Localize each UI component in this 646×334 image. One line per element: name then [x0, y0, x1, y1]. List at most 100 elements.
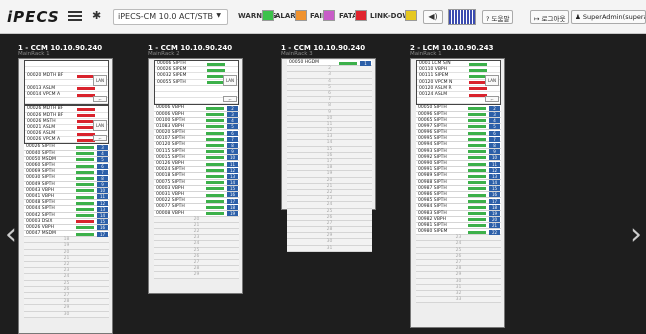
slot-status-bar	[206, 212, 224, 216]
slot-label: 00985 SIPTH	[418, 198, 447, 204]
slot-number-badge: 19	[227, 211, 238, 216]
empty-slot-number: 13	[326, 134, 333, 140]
slot-status-bar	[468, 131, 486, 135]
logout-button[interactable]: ↦ 로그아웃	[530, 10, 570, 24]
slot-number-badge: 12	[489, 167, 500, 173]
empty-slot-number: 24	[193, 241, 200, 247]
slot-number-badge: 8	[97, 175, 108, 181]
slot-status-bar	[206, 199, 224, 203]
slot-number-badge: 9	[97, 182, 108, 188]
empty-slot-number: 27	[193, 260, 200, 265]
gear-icon[interactable]: ✱	[92, 9, 101, 22]
module-port-button[interactable]: ⌐	[93, 135, 107, 142]
slot-number-badge: 22	[489, 229, 500, 235]
module-port-button[interactable]: LAN	[93, 75, 107, 86]
slot-number-badge: 11	[97, 194, 108, 200]
empty-slot-number: 11	[326, 121, 333, 127]
rack-module[interactable]: 100020 MDTH BF00013 ASLM00014 VPCM ALAN⌐	[24, 60, 109, 106]
slot-status-bar	[76, 220, 94, 224]
slot-number-badge: 9	[227, 149, 238, 155]
slot-number-badge: 3	[489, 112, 500, 117]
empty-slot-number: 21	[326, 183, 333, 189]
rack-slots: 100006 SIPTH00026 SIPEM00032 SIPEM00055 …	[154, 60, 239, 279]
slot-number-badge: 18	[227, 204, 238, 210]
module-row-label: 00110 VBPH	[419, 67, 448, 73]
slot-number-badge: 6	[97, 163, 108, 169]
module-row-label: 00120 ASLM R	[419, 85, 452, 91]
empty-slot-number: 16	[326, 152, 333, 158]
slot-label: 00981 SIPTH	[418, 222, 447, 228]
empty-slot-number: 18	[63, 237, 70, 243]
module-port-button[interactable]: ⌐	[485, 96, 499, 103]
slot-status-bar	[468, 199, 486, 203]
slot-number-badge: 7	[489, 136, 500, 142]
slot-label: 00050 SIPTH	[418, 105, 447, 111]
user-button[interactable]: ♟ SuperAdmin(superadmin)	[571, 10, 646, 24]
empty-slot-number: 23	[63, 268, 70, 274]
slot-number-badge: 10	[97, 188, 108, 194]
help-button[interactable]: ? 도움말	[482, 10, 514, 24]
slot-status-bar	[468, 181, 486, 185]
next-page-arrow[interactable]: ›	[630, 220, 642, 250]
module-status-bar	[207, 62, 225, 66]
slot-status-bar	[76, 207, 94, 211]
slot-label: 00048 SIPTH	[26, 200, 55, 206]
hamburger-menu-icon[interactable]	[68, 9, 82, 23]
slot-status-bar	[206, 119, 224, 123]
empty-slot-number: 29	[63, 305, 70, 311]
previous-page-arrow[interactable]: ‹	[5, 220, 17, 250]
slot-number-badge: 10	[227, 155, 238, 161]
slot-status-bar	[206, 205, 224, 209]
empty-slot-number: 24	[63, 274, 70, 280]
slot-status-bar	[468, 125, 486, 129]
module-row-label: 00120 VPCM N	[419, 79, 453, 85]
module-port-button[interactable]: LAN	[93, 120, 107, 132]
slot-label: 00003 VBPH	[156, 185, 185, 191]
slot-status-bar	[76, 183, 94, 187]
empty-slot-number: 28	[326, 227, 333, 233]
slot-status-bar	[76, 164, 94, 168]
slot-number-badge: 10	[489, 155, 500, 161]
rack-slots: 10001 LCM S/N00110 VBPH00111 SIPEM00120 …	[416, 60, 501, 304]
slot-status-bar	[206, 193, 224, 197]
slot-label: 00049 SIPTH	[26, 181, 55, 187]
slot-label: 00050 HGDM	[289, 60, 319, 65]
slot-status-bar	[468, 106, 486, 110]
slot-status-bar	[206, 181, 224, 185]
slot-number-badge: 2	[227, 105, 238, 111]
slot-number-badge: 4	[489, 118, 500, 124]
slot-label: 00003 DSIX	[26, 218, 53, 224]
empty-slot-number: 23	[326, 196, 333, 202]
speaker-icon[interactable]: ◀)	[423, 10, 443, 24]
module-port-button[interactable]: ⌐	[93, 96, 107, 103]
rack-module[interactable]: 200026 MDTH BF00026 MDTH BF00026 MSTH000…	[24, 105, 109, 145]
slot-label: 00120 SIPTH	[156, 142, 185, 148]
slot-status-bar	[468, 137, 486, 141]
slot-number-badge: 12	[227, 167, 238, 173]
module-row-label: 00055 SIPTH	[157, 79, 186, 85]
slot-label: 00126 VBPH	[156, 161, 185, 166]
slot-status-bar	[468, 168, 486, 172]
slot-label: 00047 MSDM	[26, 231, 56, 237]
slot-number-badge: 13	[489, 173, 500, 179]
empty-slot-number: 6	[328, 90, 331, 96]
slot-number-badge: 16	[227, 192, 238, 198]
status-swatch-fail	[323, 10, 335, 21]
slot-number-badge: 11	[489, 161, 500, 167]
module-port-button[interactable]: LAN	[223, 75, 237, 86]
rack-panel: 10001 LCM S/N00110 VBPH00111 SIPEM00120 …	[410, 58, 505, 328]
module-port-button[interactable]: ⌐	[223, 96, 237, 103]
system-select[interactable]: iPECS-CM 10.0 ACT/STB ▼	[113, 9, 228, 25]
slot-number-badge: 5	[489, 124, 500, 130]
rack-module[interactable]: 100006 SIPTH00026 SIPEM00032 SIPEM00055 …	[154, 60, 239, 106]
module-row-label: 00021 ASLM	[27, 124, 56, 130]
module-port-button[interactable]: LAN	[485, 75, 499, 86]
rack-slots: 00050 HGDM 1 2 3 4 5 6 7 8 9 10 11 12 13 14 15 16 17 18 19 2…	[287, 60, 372, 252]
slot-number-badge: 15	[227, 186, 238, 192]
rack-module[interactable]: 10001 LCM S/N00110 VBPH00111 SIPEM00120 …	[416, 60, 501, 106]
slot-status-bar	[76, 189, 94, 193]
module-status-bar	[77, 114, 95, 118]
slot-number-badge: 5	[227, 124, 238, 130]
slot-status-bar	[76, 176, 94, 180]
slot-label: 00980 SIPEM	[418, 229, 448, 235]
